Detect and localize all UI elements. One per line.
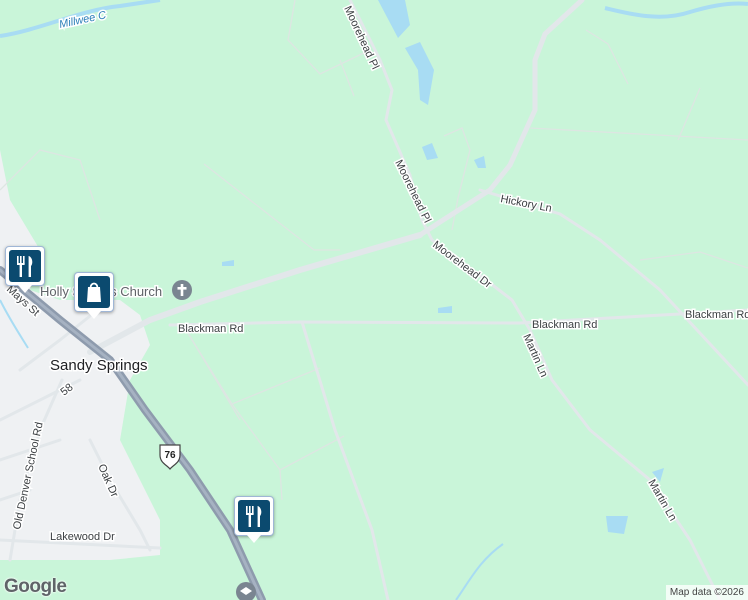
lakewood-dr-label: Lakewood Dr — [50, 531, 115, 543]
pond-4 — [438, 306, 452, 313]
pond-5 — [606, 516, 628, 534]
stream-south — [455, 543, 504, 600]
shopping-pin[interactable] — [74, 272, 114, 319]
blackman-rd — [168, 308, 748, 327]
us-76-shield-number: 76 — [164, 450, 176, 461]
map-canvas[interactable]: 76 Millwee C Moorehead Pl Moorehead Pl M… — [0, 0, 748, 600]
lake-north — [405, 42, 434, 105]
martin-ln-north-label: Martin Ln — [520, 332, 550, 379]
north-south-road — [300, 320, 390, 600]
pond-3 — [222, 260, 234, 266]
pond-1 — [422, 143, 438, 160]
blackman-rd-mid-label: Blackman Rd — [532, 319, 597, 331]
sandy-springs-place-label: Sandy Springs — [50, 357, 148, 374]
moorehead-pl-label: Moorehead Pl — [392, 158, 433, 225]
martin-ln-south-label: Martin Ln — [645, 478, 678, 524]
us-highway-shield-icon: 76 — [159, 444, 181, 470]
hickory-ln — [478, 188, 748, 387]
hickory-ln-label: Hickory Ln — [499, 193, 552, 215]
restaurant-icon — [17, 256, 33, 277]
church-cross-icon[interactable] — [172, 280, 192, 300]
river-north — [378, 0, 410, 38]
map-attribution[interactable]: Map data ©2026 — [665, 585, 748, 600]
restaurant-pin-south[interactable] — [234, 496, 274, 543]
shopping-bag-icon — [87, 282, 101, 302]
restaurant-icon — [246, 506, 262, 527]
moorehead-dr-label: Moorehead Dr — [430, 239, 494, 291]
google-logo: Google — [4, 576, 67, 597]
blackman-rd-west-label: Blackman Rd — [178, 323, 243, 335]
restaurant-pin[interactable] — [5, 246, 45, 293]
moorehead-dr — [430, 238, 722, 600]
pond-2 — [474, 156, 486, 168]
creek-northeast — [604, 1, 748, 19]
blackman-rd-east-label: Blackman Rd — [685, 309, 748, 321]
